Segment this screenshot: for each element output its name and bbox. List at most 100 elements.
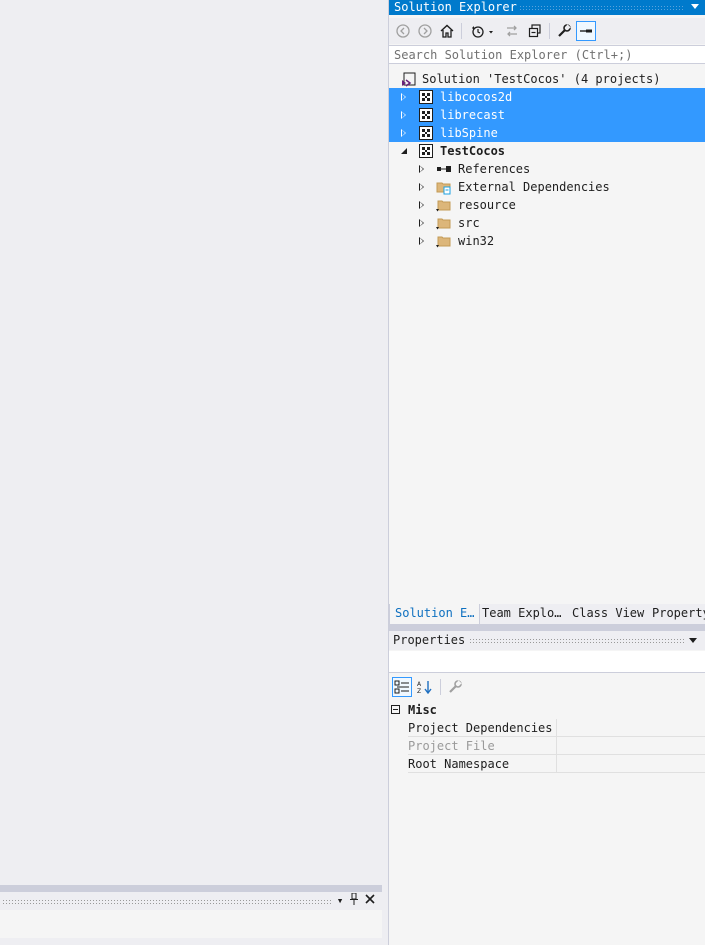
row-gutter	[389, 719, 406, 737]
tree-item[interactable]: libSpine	[389, 124, 705, 142]
titlebar-grip[interactable]	[469, 638, 685, 643]
home-button[interactable]	[437, 21, 457, 41]
collapse-arrow-icon[interactable]	[401, 148, 407, 154]
expand-arrow-icon[interactable]	[419, 183, 424, 191]
expand-arrow-icon[interactable]	[419, 201, 424, 209]
references-icon	[436, 161, 452, 177]
svg-text:A: A	[417, 681, 422, 688]
filter-folder-icon	[436, 233, 452, 249]
panel-splitter[interactable]	[389, 624, 705, 631]
preview-icon	[580, 29, 592, 33]
search-input[interactable]	[389, 46, 694, 63]
expand-arrow-icon[interactable]	[419, 219, 424, 227]
categorized-button[interactable]	[392, 677, 412, 697]
tree-item[interactable]: TestCocos	[389, 142, 705, 160]
cpp-project-icon	[418, 125, 434, 141]
category-row[interactable]: Misc	[389, 701, 705, 719]
tree-item-label: resource	[458, 198, 516, 212]
titlebar-grip[interactable]	[519, 5, 685, 10]
tree-item[interactable]: libcocos2d	[389, 88, 705, 106]
back-button[interactable]	[393, 21, 413, 41]
cpp-project-icon	[418, 143, 434, 159]
editor-area	[0, 0, 382, 885]
solution-explorer-toolbar	[389, 18, 705, 44]
property-pages-button[interactable]	[445, 677, 465, 697]
panel-title: Properties	[393, 633, 466, 647]
toolbar-separator	[461, 23, 462, 39]
window-position-dropdown-icon[interactable]	[691, 4, 699, 9]
auto-hide-pin-icon[interactable]	[347, 892, 361, 909]
svg-text:Z: Z	[417, 688, 421, 694]
expand-arrow-icon[interactable]	[401, 93, 406, 101]
filter-folder-icon	[436, 197, 452, 213]
sort-alphabetical-icon: AZ	[417, 681, 432, 694]
collapse-all-button[interactable]	[525, 21, 545, 41]
forward-button[interactable]	[415, 21, 435, 41]
tree-item-label: src	[458, 216, 480, 230]
tree-item[interactable]: src	[389, 214, 705, 232]
titlebar-grip[interactable]	[2, 899, 332, 904]
tree-item[interactable]: resource	[389, 196, 705, 214]
external-dependencies-icon	[436, 179, 452, 195]
wrench-icon	[558, 24, 571, 37]
property-name: Project Dependencies	[408, 719, 556, 737]
tree-item[interactable]: librecast	[389, 106, 705, 124]
category-label: Misc	[408, 703, 437, 717]
filter-folder-icon	[436, 215, 452, 231]
collapse-category-icon[interactable]	[391, 705, 400, 714]
tree-item[interactable]: External Dependencies	[389, 178, 705, 196]
categorized-icon	[394, 680, 409, 694]
solution-icon	[401, 71, 417, 87]
bottom-panel-footer	[0, 938, 382, 945]
tab-team-explorer[interactable]: Team Explo…	[477, 604, 566, 624]
properties-toolbar: AZ	[389, 674, 705, 700]
property-row[interactable]: Project File	[389, 737, 705, 755]
window-position-dropdown-icon[interactable]	[689, 638, 697, 643]
wrench-icon	[449, 680, 462, 693]
back-icon	[396, 24, 410, 38]
expand-arrow-icon[interactable]	[401, 129, 406, 137]
tree-item-label: Solution 'TestCocos' (4 projects)	[422, 72, 661, 86]
search-box[interactable]	[389, 45, 705, 64]
forward-icon	[418, 24, 432, 38]
solution-explorer-panel: Solution Explorer Search Solution Explor…	[389, 0, 705, 945]
expand-arrow-icon[interactable]	[419, 165, 424, 173]
property-value[interactable]	[556, 737, 705, 755]
tree-item-label: References	[458, 162, 531, 176]
object-selector-combo[interactable]	[389, 651, 705, 673]
collapse-all-icon	[528, 24, 541, 38]
property-name: Root Namespace	[408, 755, 556, 773]
tree-item-label: External Dependencies	[458, 180, 610, 194]
property-row[interactable]: Project Dependencies	[389, 719, 705, 737]
tool-window-tabs: Solution E… Team Explo… Class View Property	[389, 604, 705, 624]
property-value[interactable]	[556, 719, 705, 737]
tree-item[interactable]: win32	[389, 232, 705, 250]
bottom-panel-splitter[interactable]	[0, 885, 382, 892]
alphabetical-button[interactable]: AZ	[415, 677, 435, 697]
tree-item-label: win32	[458, 234, 495, 248]
properties-button[interactable]	[554, 21, 574, 41]
tree-item[interactable]: Solution 'TestCocos' (4 projects)	[389, 70, 705, 88]
property-value[interactable]	[556, 755, 705, 773]
tree-item-label: libSpine	[440, 126, 498, 140]
solution-explorer-titlebar: Solution Explorer	[389, 0, 705, 15]
window-position-dropdown-icon[interactable]: ▾	[333, 893, 347, 909]
tab-class-view[interactable]: Class View	[567, 604, 649, 624]
toolbar-separator	[440, 679, 441, 695]
cpp-project-icon	[418, 89, 434, 105]
toolbar-separator	[549, 23, 550, 39]
row-gutter	[389, 755, 406, 773]
expand-arrow-icon[interactable]	[401, 111, 406, 119]
sync-with-document-button[interactable]	[502, 21, 522, 41]
preview-selected-items-button[interactable]	[576, 21, 596, 41]
tab-property-manager[interactable]: Property	[647, 604, 705, 624]
sync-arrows-icon	[507, 25, 517, 37]
row-gutter	[389, 737, 406, 755]
property-name: Project File	[408, 737, 556, 755]
property-row[interactable]: Root Namespace	[389, 755, 705, 773]
tab-solution-explorer[interactable]: Solution E…	[389, 604, 481, 624]
expand-arrow-icon[interactable]	[419, 237, 424, 245]
pending-changes-filter-button[interactable]	[467, 21, 499, 41]
tree-item[interactable]: References	[389, 160, 705, 178]
close-icon[interactable]	[363, 893, 377, 909]
